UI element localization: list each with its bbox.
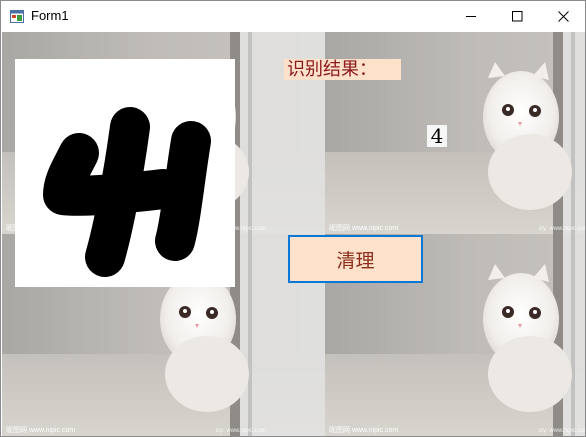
maximize-icon <box>511 11 522 22</box>
maximize-button[interactable] <box>494 1 540 32</box>
drawing-canvas[interactable] <box>15 59 235 287</box>
handwritten-digits <box>43 107 211 277</box>
window-title: Form1 <box>31 8 69 23</box>
minimize-button[interactable] <box>448 1 494 32</box>
result-value: 4 <box>427 125 447 147</box>
form-client-area: 昵图网 www.nipic.com By: www.nipic.com 昵图网 ww… <box>2 32 586 436</box>
result-label: 识别结果： <box>284 59 401 80</box>
svg-text:昵图网 www.nipic.com: 昵图网 www.nipic.com <box>329 426 398 434</box>
svg-text:昵图网 www.nipic.com: 昵图网 www.nipic.com <box>329 224 398 232</box>
close-icon <box>557 11 569 22</box>
title-bar[interactable]: Form1 <box>1 1 585 32</box>
minimize-icon <box>465 16 476 17</box>
svg-text:By: www.nipic.com: By: www.nipic.com <box>539 226 586 232</box>
svg-text:By: www.nipic.com: By: www.nipic.com <box>216 428 266 434</box>
clear-button[interactable]: 清理 <box>288 235 423 283</box>
form1-window: Form1 昵图网 www.nipic.com By: www.nipic.com… <box>0 0 586 437</box>
form-app-icon <box>10 10 24 23</box>
close-button[interactable] <box>540 1 585 32</box>
svg-text:昵图网 www.nipic.com: 昵图网 www.nipic.com <box>6 426 75 434</box>
svg-text:By: www.nipic.com: By: www.nipic.com <box>539 428 586 434</box>
